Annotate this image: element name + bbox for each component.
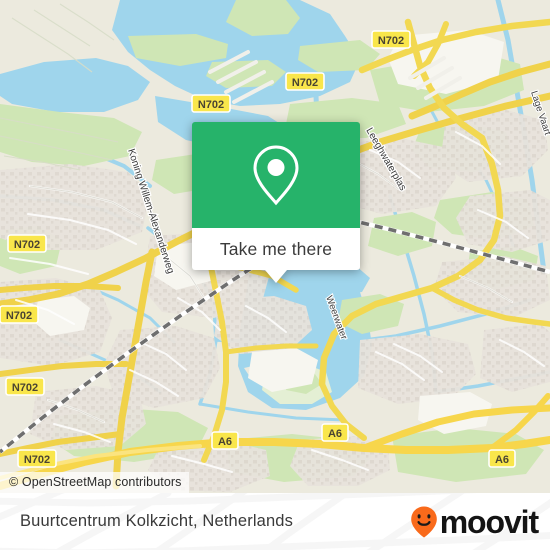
moovit-logo[interactable]: moovit bbox=[410, 493, 539, 550]
road-shield: N702 bbox=[371, 30, 411, 49]
moovit-map-page: Koning Willem-Alexanderweg Leeghwaterpla… bbox=[0, 0, 550, 550]
place-title: Buurtcentrum Kolkzicht, Netherlands bbox=[20, 512, 294, 530]
svg-text:N702: N702 bbox=[292, 77, 318, 89]
popup-pointer bbox=[265, 270, 287, 283]
footer-bar: Buurtcentrum Kolkzicht, Netherlands moov… bbox=[0, 493, 550, 550]
map-pin-icon bbox=[253, 145, 299, 206]
svg-text:N702: N702 bbox=[14, 239, 40, 251]
osm-attribution[interactable]: © OpenStreetMap contributors bbox=[0, 472, 189, 493]
road-shield: N702 bbox=[5, 377, 45, 396]
popup-action-area[interactable]: Take me there bbox=[192, 228, 360, 270]
road-shield: A6 bbox=[211, 431, 239, 450]
moovit-pin-icon bbox=[410, 506, 437, 537]
popup-icon-area bbox=[192, 122, 360, 228]
take-me-there-label: Take me there bbox=[219, 238, 333, 259]
road-shield: N702 bbox=[285, 72, 325, 91]
road-shield: N702 bbox=[7, 234, 47, 253]
svg-text:A6: A6 bbox=[495, 454, 509, 466]
road-shield: A6 bbox=[488, 449, 516, 468]
svg-text:N702: N702 bbox=[198, 99, 224, 111]
svg-text:N702: N702 bbox=[24, 454, 50, 466]
svg-text:N702: N702 bbox=[6, 310, 32, 322]
road-shield: N702 bbox=[191, 94, 231, 113]
svg-text:A6: A6 bbox=[218, 436, 232, 448]
svg-text:A6: A6 bbox=[328, 428, 342, 440]
svg-text:N702: N702 bbox=[12, 382, 38, 394]
moovit-wordmark: moovit bbox=[439, 503, 539, 540]
svg-text:N702: N702 bbox=[378, 35, 404, 47]
take-me-there-popup[interactable]: Take me there bbox=[192, 122, 360, 283]
road-shield: N702 bbox=[0, 305, 39, 324]
road-shield: N702 bbox=[17, 449, 57, 468]
road-shield: A6 bbox=[321, 423, 349, 442]
